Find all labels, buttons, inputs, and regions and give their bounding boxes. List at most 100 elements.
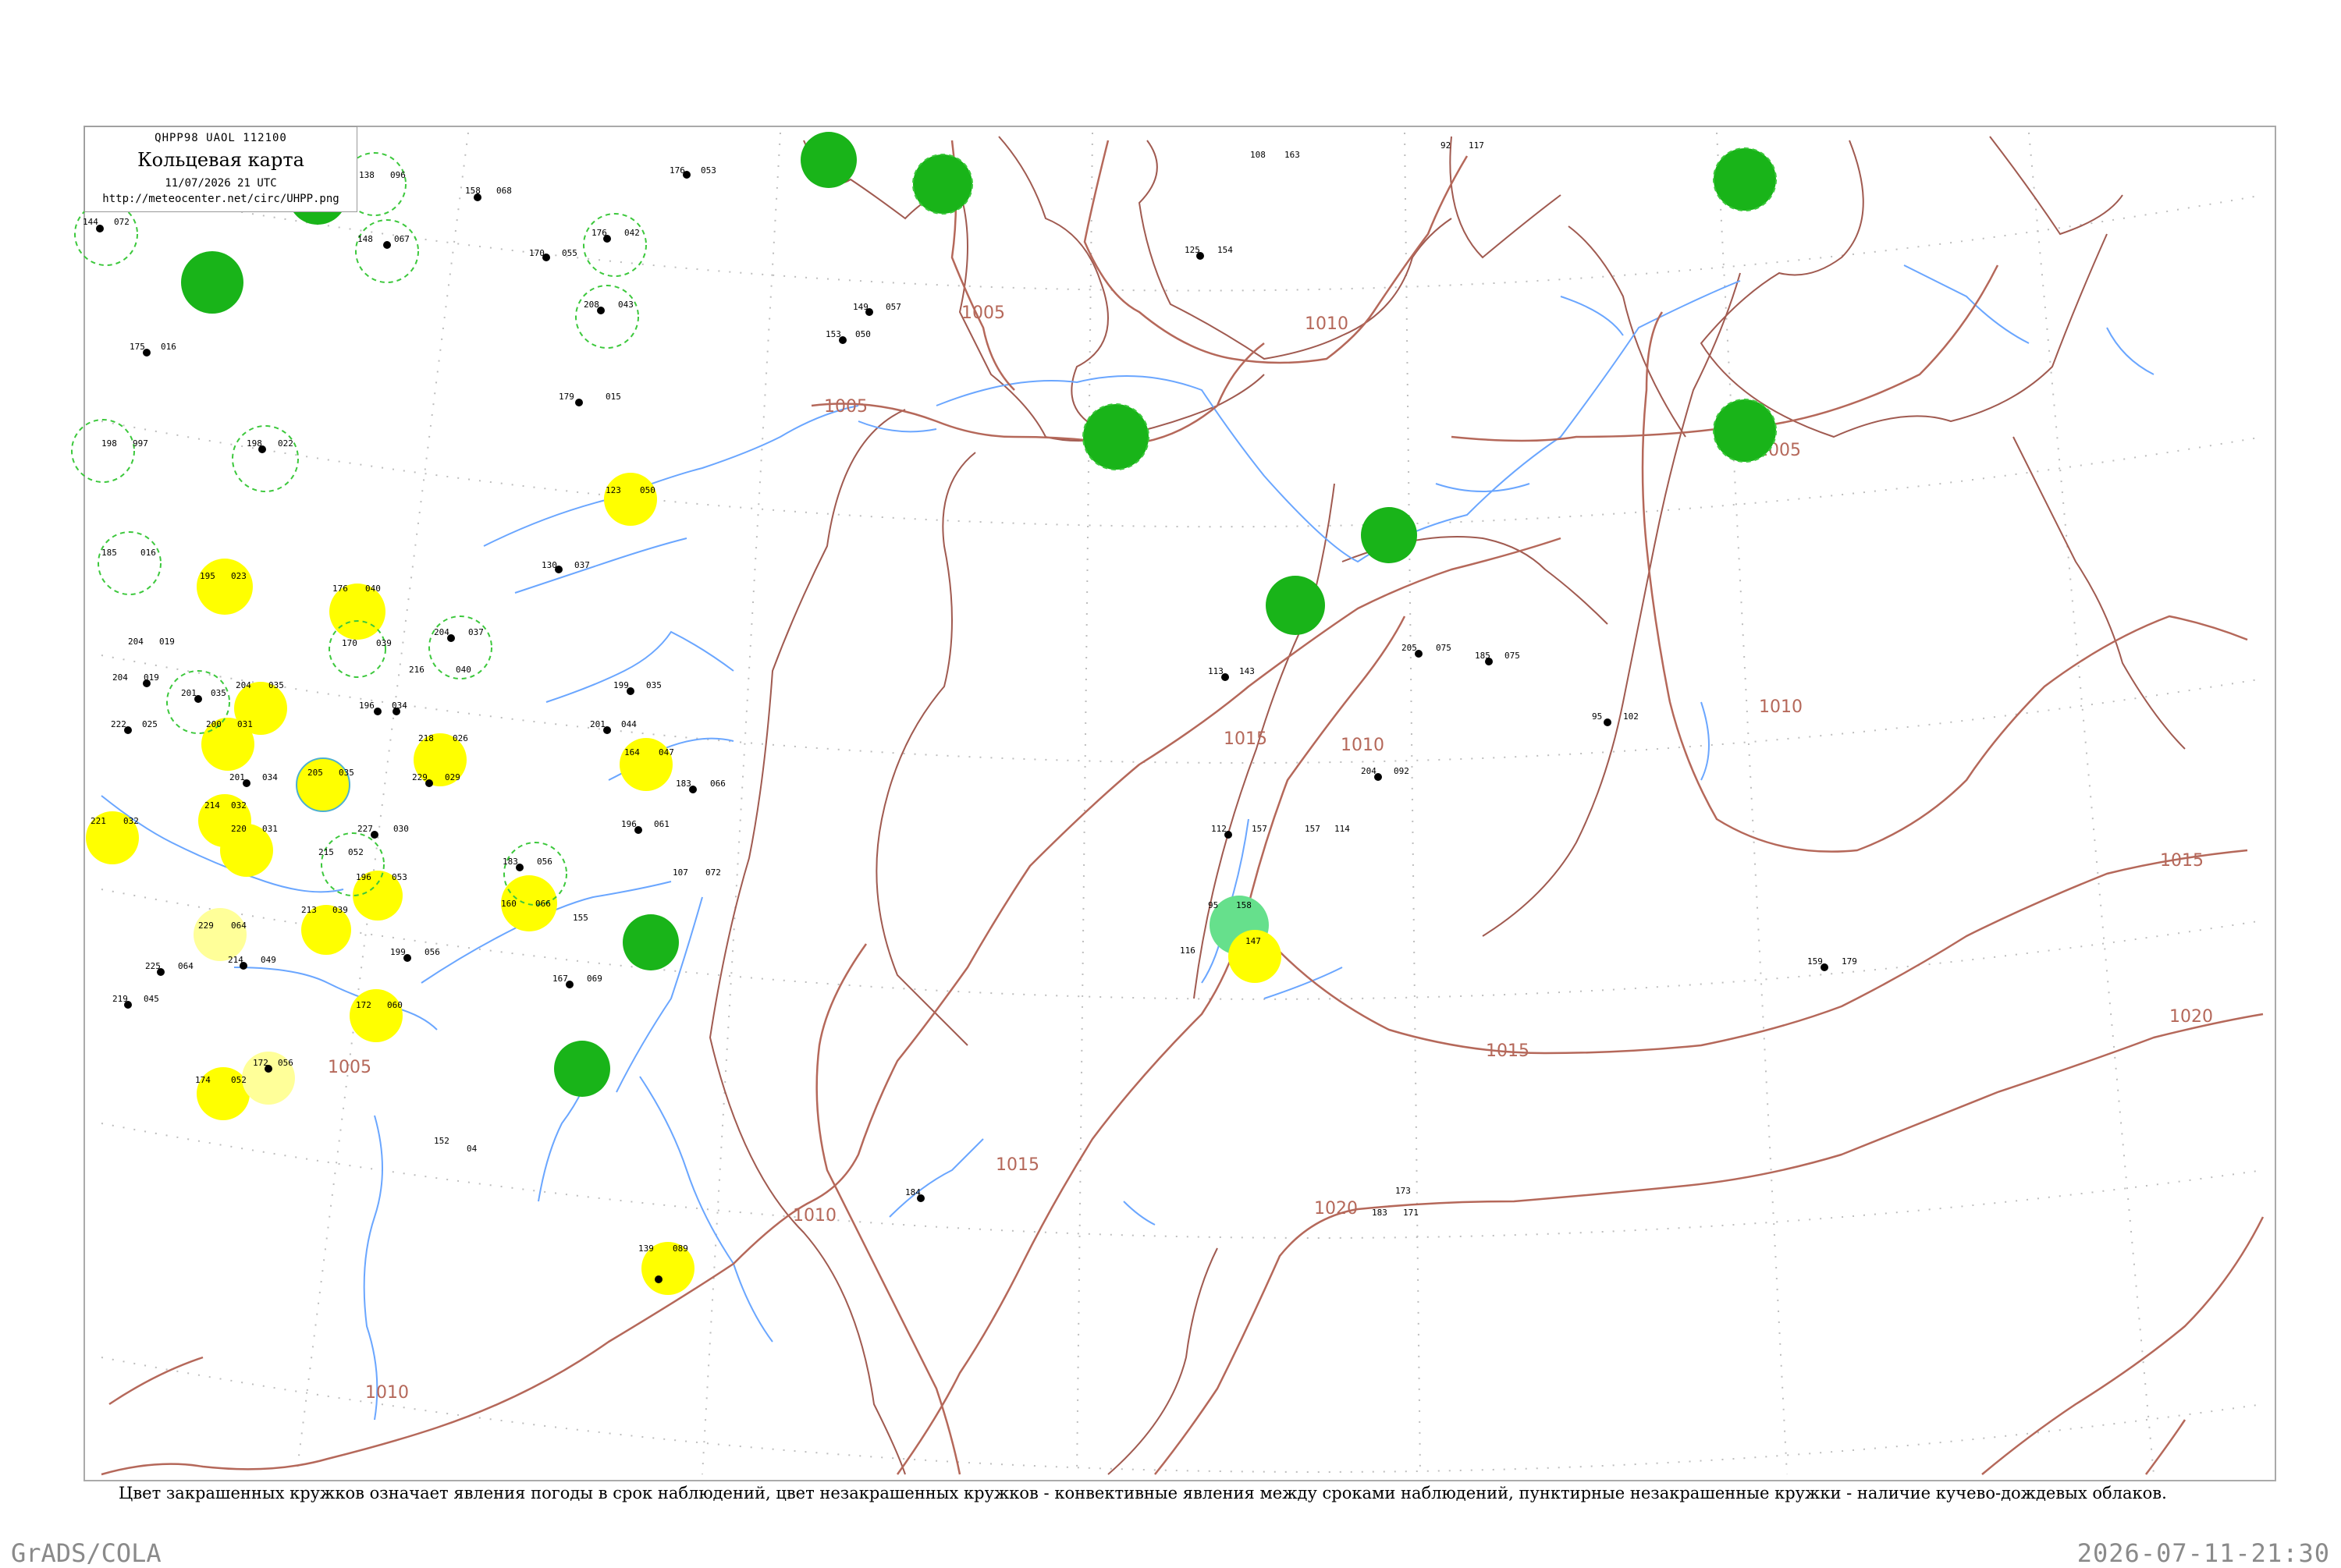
- svg-text:064: 064: [178, 961, 194, 971]
- isobar-label: 1010: [793, 1206, 837, 1226]
- svg-text:196: 196: [359, 701, 375, 711]
- svg-text:185: 185: [101, 548, 117, 558]
- isobar-label: 1010: [365, 1383, 409, 1403]
- isobar-label: 1010: [1305, 314, 1348, 334]
- svg-text:113: 113: [1208, 666, 1224, 676]
- weather-map: 1005 1005 1005 1005 1010 1010 1010 1010 …: [71, 126, 2276, 1481]
- isobar-label: 1015: [2160, 851, 2204, 871]
- svg-text:031: 031: [262, 824, 278, 834]
- svg-text:144: 144: [83, 217, 98, 227]
- svg-text:037: 037: [468, 627, 484, 637]
- cb-circle: [232, 425, 299, 492]
- svg-text:164: 164: [624, 747, 640, 757]
- svg-text:205: 205: [1401, 643, 1417, 653]
- svg-text:060: 060: [387, 1000, 403, 1010]
- isobar-label: 1015: [1224, 729, 1267, 749]
- svg-text:173: 173: [1395, 1186, 1411, 1196]
- svg-text:159: 159: [1807, 956, 1823, 967]
- svg-text:066: 066: [710, 779, 726, 789]
- svg-text:154: 154: [1217, 245, 1233, 255]
- svg-text:215: 215: [318, 847, 334, 857]
- cb-circle: [71, 419, 135, 483]
- isobar-labels: 1005 1005 1005 1005 1010 1010 1010 1010 …: [328, 303, 2213, 1403]
- svg-text:055: 055: [562, 248, 577, 258]
- svg-text:026: 026: [453, 733, 468, 743]
- svg-text:204: 204: [128, 637, 144, 647]
- svg-text:102: 102: [1623, 711, 1639, 722]
- cb-circle: [355, 219, 419, 283]
- svg-text:016: 016: [161, 342, 176, 352]
- svg-text:039: 039: [332, 905, 348, 915]
- svg-text:175: 175: [130, 342, 145, 352]
- isobar-label: 1005: [961, 303, 1005, 323]
- valid-time: 11/07/2026 21 UTC: [165, 177, 277, 190]
- station-circle-green: [554, 1041, 610, 1097]
- station-circle-green: [1266, 576, 1325, 635]
- svg-text:218: 218: [418, 733, 434, 743]
- isobars: [101, 140, 2265, 1476]
- svg-text:204: 204: [1361, 766, 1377, 776]
- svg-text:112: 112: [1211, 824, 1227, 834]
- svg-text:069: 069: [587, 974, 602, 984]
- svg-text:208: 208: [584, 300, 599, 310]
- svg-text:031: 031: [237, 719, 253, 729]
- svg-text:032: 032: [231, 800, 247, 811]
- svg-text:179: 179: [1842, 956, 1857, 967]
- map-title: Кольцевая карта: [137, 149, 304, 171]
- svg-text:157: 157: [1305, 824, 1320, 834]
- station-circle-yellow: [197, 559, 253, 615]
- svg-text:183: 183: [503, 857, 518, 867]
- svg-text:204: 204: [434, 627, 449, 637]
- svg-text:196: 196: [621, 819, 637, 829]
- station-circle-green: [801, 132, 857, 188]
- cb-circle: [98, 531, 162, 595]
- svg-text:195: 195: [200, 571, 215, 581]
- svg-text:222: 222: [111, 719, 126, 729]
- svg-text:170: 170: [529, 248, 545, 258]
- svg-text:157: 157: [1252, 824, 1267, 834]
- svg-text:152: 152: [434, 1136, 449, 1146]
- svg-text:052: 052: [231, 1075, 247, 1085]
- svg-text:229: 229: [412, 772, 428, 782]
- svg-text:092: 092: [1394, 766, 1409, 776]
- map-frame: [83, 126, 2276, 1481]
- svg-text:032: 032: [123, 816, 139, 826]
- svg-text:066: 066: [535, 899, 551, 909]
- svg-text:196: 196: [356, 872, 371, 882]
- map-header: QHPP98 UAOL 112100 Кольцевая карта 11/07…: [84, 126, 357, 212]
- svg-text:035: 035: [211, 688, 226, 698]
- svg-text:204: 204: [112, 672, 128, 683]
- coastlines: [709, 136, 2186, 1475]
- svg-text:172: 172: [356, 1000, 371, 1010]
- svg-text:183: 183: [1372, 1208, 1387, 1218]
- svg-text:160: 160: [501, 899, 517, 909]
- station-circle-yellow: [350, 989, 403, 1042]
- svg-text:108: 108: [1250, 150, 1266, 160]
- cb-circle: [583, 213, 647, 277]
- svg-text:205: 205: [307, 768, 323, 778]
- svg-text:064: 064: [231, 921, 247, 931]
- svg-text:107: 107: [673, 867, 688, 878]
- station-circle-green: [1713, 399, 1777, 463]
- svg-text:044: 044: [621, 719, 637, 729]
- isobar-label: 1015: [1486, 1041, 1529, 1061]
- svg-text:049: 049: [261, 955, 276, 965]
- station-dots: [96, 171, 1828, 1283]
- footer-timestamp: 2026-07-11-21:30: [2076, 1538, 2330, 1568]
- svg-text:022: 022: [278, 438, 293, 449]
- station-circle-green: [912, 154, 973, 215]
- svg-text:155: 155: [573, 913, 588, 923]
- svg-text:042: 042: [624, 228, 640, 238]
- svg-text:019: 019: [159, 637, 175, 647]
- svg-text:176: 176: [670, 165, 685, 176]
- cb-circle: [575, 285, 639, 349]
- svg-text:183: 183: [676, 779, 691, 789]
- svg-text:170: 170: [342, 638, 357, 648]
- svg-text:089: 089: [673, 1243, 688, 1254]
- svg-text:016: 016: [140, 548, 156, 558]
- svg-text:130: 130: [542, 560, 557, 570]
- svg-text:025: 025: [142, 719, 158, 729]
- svg-text:061: 061: [654, 819, 670, 829]
- svg-text:04: 04: [467, 1144, 478, 1154]
- isobar-label: 1010: [1341, 736, 1384, 755]
